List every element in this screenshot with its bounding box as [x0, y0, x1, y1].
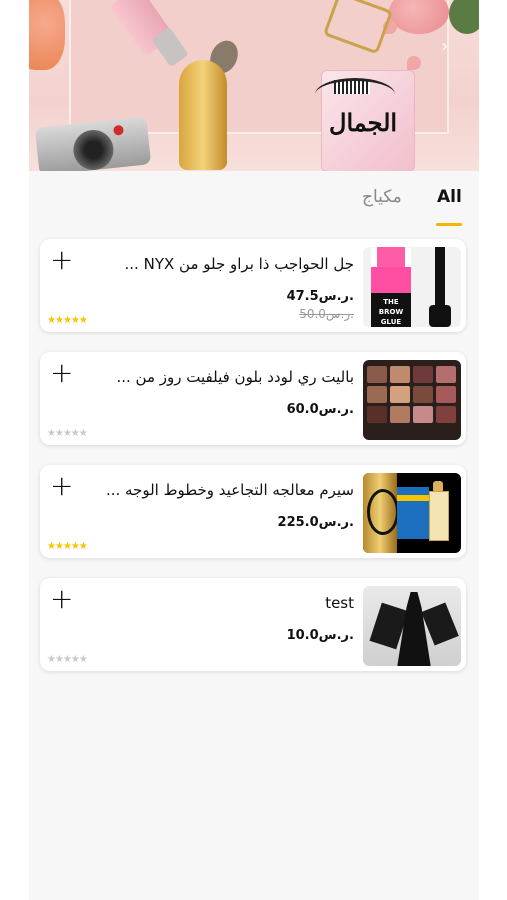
tube-cap: [377, 247, 405, 267]
gold-perfume-image: [179, 60, 227, 170]
product-title[interactable]: باليت ري لودد بلون فيلفيت روز من ...: [64, 368, 354, 386]
product-label: THE BROW GLUE: [371, 293, 411, 327]
box-stripe: [397, 495, 429, 501]
flower-decoration: [29, 0, 65, 70]
brush-shape: [435, 247, 445, 307]
leaf-decoration: [449, 0, 479, 34]
star-icon: ★: [62, 315, 72, 326]
star-icon: ★: [78, 541, 88, 552]
abaya-product-image[interactable]: [363, 586, 461, 666]
star-icon: ★: [47, 315, 56, 326]
star-icon: ★: [54, 654, 64, 665]
shade-pan: [367, 406, 387, 423]
product-card[interactable]: سيرم معالجه التجاعيد وخطوط الوجه ... 225…: [40, 465, 466, 558]
serum-box-product-image[interactable]: [363, 473, 461, 553]
abaya-sleeve: [421, 602, 459, 646]
product-price: 47.5ر.س.: [286, 289, 354, 304]
camera-lens: [71, 127, 116, 171]
star-icon: ★: [54, 541, 64, 552]
product-title[interactable]: سيرم معالجه التجاعيد وخطوط الوجه ...: [64, 481, 354, 499]
star-icon: ★: [62, 428, 72, 439]
serum-bottle: [429, 491, 449, 541]
shade-pan: [367, 386, 387, 403]
shade-pan: [390, 386, 410, 403]
star-icon: ★: [70, 315, 80, 326]
product-old-price: 50.0ر.س.: [299, 307, 354, 321]
add-to-cart-button[interactable]: +: [50, 243, 73, 277]
petal-decoration: [407, 56, 421, 70]
active-tab-indicator: [436, 223, 462, 226]
shade-pan: [413, 406, 433, 423]
serum-box: [397, 487, 429, 539]
product-card[interactable]: THE BROW GLUE جل الحواجب ذا براو جلو من …: [40, 239, 466, 332]
product-price: 60.0ر.س.: [286, 402, 354, 417]
shade-pan: [367, 366, 387, 383]
star-icon: ★: [70, 428, 80, 439]
category-tabs: All مكياج: [29, 171, 479, 231]
swirl-decoration: [367, 489, 399, 535]
star-icon: ★: [47, 428, 56, 439]
rating-stars: ★★★★★: [47, 315, 88, 326]
banner-title: الجمال: [329, 108, 398, 137]
shade-pan: [390, 406, 410, 423]
star-icon: ★: [78, 654, 88, 665]
star-icon: ★: [62, 654, 72, 665]
camera-image: [34, 116, 152, 171]
star-icon: ★: [70, 541, 80, 552]
shade-pan: [436, 386, 456, 403]
product-title[interactable]: test: [64, 594, 354, 612]
shade-pan: [436, 406, 456, 423]
product-card[interactable]: test 10.0ر.س. + ★★★★★: [40, 578, 466, 671]
shade-pan: [390, 366, 410, 383]
add-to-cart-button[interactable]: +: [50, 356, 73, 390]
star-icon: ★: [47, 541, 56, 552]
rating-stars: ★★★★★: [47, 654, 88, 665]
product-card[interactable]: باليت ري لودد بلون فيلفيت روز من ... 60.…: [40, 352, 466, 445]
shade-pan: [413, 366, 433, 383]
tab-makeup[interactable]: مكياج: [362, 187, 402, 207]
star-icon: ★: [78, 315, 88, 326]
nyx-brow-glue-product-image[interactable]: THE BROW GLUE: [363, 247, 461, 327]
brush-base: [429, 305, 451, 327]
star-icon: ★: [54, 315, 64, 326]
chevron-right-icon[interactable]: ›: [441, 36, 448, 57]
star-icon: ★: [62, 541, 72, 552]
app-screen: › الجمال All مكياج THE BROW GLUE جل الحو…: [29, 0, 479, 900]
camera-badge: [112, 124, 124, 136]
star-icon: ★: [70, 654, 80, 665]
product-title[interactable]: جل الحواجب ذا براو جلو من NYX ...: [64, 255, 354, 273]
add-to-cart-button[interactable]: +: [50, 582, 73, 616]
ribbon-bow-image: [315, 78, 395, 111]
shade-pan: [413, 386, 433, 403]
shade-pan: [436, 366, 456, 383]
star-icon: ★: [47, 654, 56, 665]
star-icon: ★: [78, 428, 88, 439]
category-banner[interactable]: › الجمال: [29, 0, 479, 171]
star-icon: ★: [54, 428, 64, 439]
product-price: 225.0ر.س.: [277, 515, 354, 530]
tab-all[interactable]: All: [437, 187, 462, 207]
eyeshadow-palette-product-image[interactable]: [363, 360, 461, 440]
product-price: 10.0ر.س.: [286, 628, 354, 643]
add-to-cart-button[interactable]: +: [50, 469, 73, 503]
rating-stars: ★★★★★: [47, 541, 88, 552]
rating-stars: ★★★★★: [47, 428, 88, 439]
